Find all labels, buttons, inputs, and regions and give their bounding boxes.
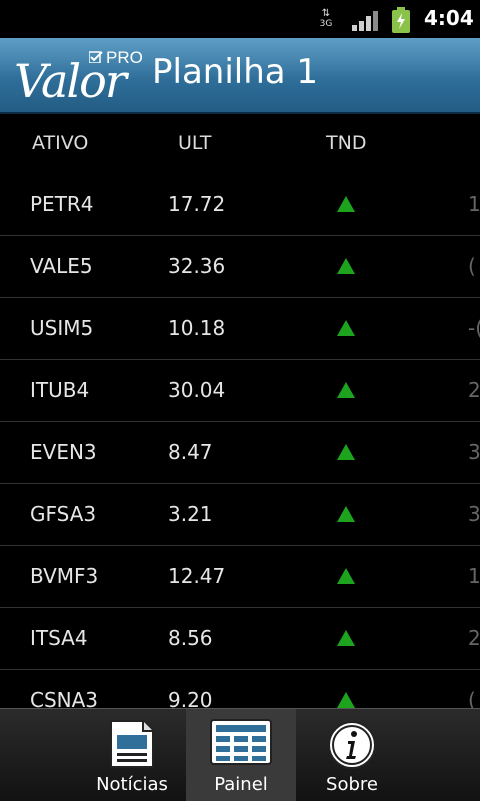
trend-up-icon <box>337 506 355 522</box>
table-row[interactable]: GFSA3 3.21 3 <box>0 484 480 546</box>
ativo-cell: ITUB4 <box>30 378 90 402</box>
ult-cell: 30.04 <box>168 378 226 402</box>
quotes-table[interactable]: ATIVO ULT TND PETR4 17.72 1 VALE5 32.36 ( USIM… <box>0 114 480 708</box>
table-row[interactable]: ITUB4 30.04 2 <box>0 360 480 422</box>
ult-cell: 8.56 <box>168 626 213 650</box>
info-icon <box>328 721 376 769</box>
truncated-cell: 2 <box>468 626 480 650</box>
ult-cell: 32.36 <box>168 254 226 278</box>
table-row[interactable]: VALE5 32.36 ( <box>0 236 480 298</box>
tab-painel[interactable]: Painel <box>186 709 296 801</box>
signal-icon <box>352 11 378 31</box>
trend-up-icon <box>337 444 355 460</box>
network-label: 3G <box>319 19 333 29</box>
bottom-nav: Notícias Painel Sobre <box>0 708 480 801</box>
ult-cell: 9.20 <box>168 688 213 708</box>
tab-noticias[interactable]: Notícias <box>78 709 186 801</box>
network-3g-icon: ⇅ 3G <box>319 8 333 30</box>
ativo-cell: GFSA3 <box>30 502 97 526</box>
ativo-cell: CSNA3 <box>30 688 99 708</box>
table-row[interactable]: PETR4 17.72 1 <box>0 174 480 236</box>
page-title: Planilha 1 <box>152 52 319 92</box>
column-header-tnd[interactable]: TND <box>326 132 366 154</box>
ativo-cell: VALE5 <box>30 254 93 278</box>
table-row[interactable]: USIM5 10.18 -( <box>0 298 480 360</box>
trend-up-icon <box>337 382 355 398</box>
news-icon <box>110 720 154 768</box>
table-header: ATIVO ULT TND <box>0 114 480 174</box>
table-row[interactable]: CSNA3 9.20 ( <box>0 670 480 708</box>
tab-label: Painel <box>214 774 268 795</box>
table-row[interactable]: ITSA4 8.56 2 <box>0 608 480 670</box>
truncated-cell: ( <box>468 254 476 278</box>
trend-up-icon <box>337 630 355 646</box>
ult-cell: 8.47 <box>168 440 213 464</box>
ativo-cell: BVMF3 <box>30 564 99 588</box>
truncated-cell: -( <box>468 316 480 340</box>
tab-label: Sobre <box>326 774 378 795</box>
trend-up-icon <box>337 320 355 336</box>
table-body: PETR4 17.72 1 VALE5 32.36 ( USIM5 10.18 -( ITUB4 3… <box>0 174 480 708</box>
ativo-cell: EVEN3 <box>30 440 97 464</box>
truncated-cell: 3 <box>468 502 480 526</box>
trend-up-icon <box>337 258 355 274</box>
truncated-cell: ( <box>468 688 476 708</box>
status-bar: ⇅ 3G 4:04 <box>0 0 480 38</box>
trend-up-icon <box>337 196 355 212</box>
valor-pro-logo: Valor PRO <box>14 46 143 108</box>
ativo-cell: ITSA4 <box>30 626 88 650</box>
logo-pro-text: PRO <box>106 48 143 67</box>
ult-cell: 12.47 <box>168 564 226 588</box>
app-header: Valor PRO Planilha 1 <box>0 38 480 114</box>
table-row[interactable]: EVEN3 8.47 3 <box>0 422 480 484</box>
table-row[interactable]: BVMF3 12.47 1 <box>0 546 480 608</box>
truncated-cell: 1 <box>468 192 480 216</box>
trend-up-icon <box>337 692 355 708</box>
truncated-cell: 3 <box>468 440 480 464</box>
tab-label: Notícias <box>96 774 168 795</box>
ativo-cell: USIM5 <box>30 316 94 340</box>
column-header-ult[interactable]: ULT <box>178 132 211 154</box>
tab-sobre[interactable]: Sobre <box>296 709 408 801</box>
ult-cell: 3.21 <box>168 502 213 526</box>
truncated-cell: 1 <box>468 564 480 588</box>
trend-up-icon <box>337 568 355 584</box>
ult-cell: 10.18 <box>168 316 226 340</box>
battery-charging-icon <box>392 7 410 33</box>
grid-icon <box>210 719 272 765</box>
clock: 4:04 <box>424 6 474 30</box>
ativo-cell: PETR4 <box>30 192 94 216</box>
ult-cell: 17.72 <box>168 192 226 216</box>
truncated-cell: 2 <box>468 378 480 402</box>
column-header-ativo[interactable]: ATIVO <box>32 132 88 154</box>
